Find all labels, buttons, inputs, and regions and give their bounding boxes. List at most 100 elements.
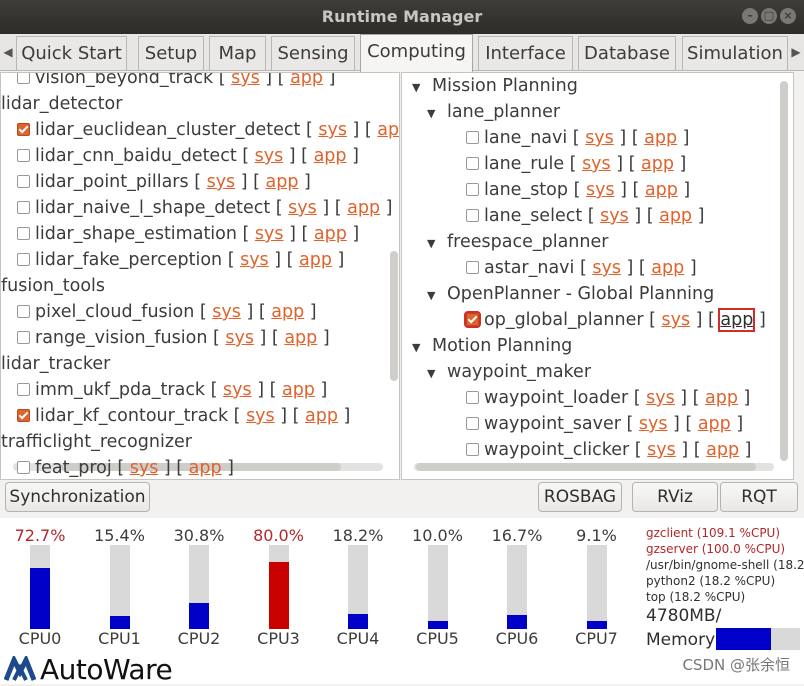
expand-arrow-icon[interactable]: ▼ xyxy=(412,75,426,101)
tree-item[interactable]: waypoint_clicker [ sys ] [ app ] xyxy=(466,437,751,463)
tab-scroll-right-icon[interactable]: ▶ xyxy=(788,34,804,70)
app-link[interactable]: app xyxy=(271,302,304,322)
tab-interface[interactable]: Interface xyxy=(478,36,573,70)
tree-item[interactable]: lidar_euclidean_cluster_detect [ sys ] [… xyxy=(17,117,399,143)
close-icon[interactable]: × xyxy=(780,8,796,24)
checkbox[interactable] xyxy=(466,260,479,274)
tree-item[interactable]: lidar_naive_l_shape_detect [ sys ] [ app… xyxy=(17,195,392,221)
app-link[interactable]: app xyxy=(705,388,738,408)
tree-item[interactable]: lane_navi [ sys ] [ app ] xyxy=(466,125,689,151)
checkbox[interactable] xyxy=(466,442,479,456)
app-link[interactable]: app xyxy=(284,328,317,348)
tab-map[interactable]: Map xyxy=(209,36,266,70)
checkbox[interactable] xyxy=(466,130,479,144)
app-link[interactable]: app xyxy=(645,180,678,200)
tree-item[interactable]: waypoint_loader [ sys ] [ app ] xyxy=(466,385,750,411)
checkbox[interactable] xyxy=(17,252,30,266)
sys-link[interactable]: sys xyxy=(255,224,284,244)
checkbox[interactable] xyxy=(17,408,30,422)
app-link[interactable]: app xyxy=(706,440,739,460)
expand-arrow-icon[interactable]: ▼ xyxy=(427,231,441,257)
tree-item[interactable]: imm_ukf_pda_track [ sys ] [ app ] xyxy=(17,377,327,403)
checkbox[interactable] xyxy=(464,310,481,328)
tree-item[interactable]: lane_stop [ sys ] [ app ] xyxy=(466,177,690,203)
tree-group[interactable]: ▼ Motion Planning xyxy=(412,333,572,359)
checkbox[interactable] xyxy=(17,148,30,162)
sys-link[interactable]: sys xyxy=(600,206,629,226)
tree-item[interactable]: lidar_fake_perception [ sys ] [ app ] xyxy=(17,247,344,273)
app-link[interactable]: app xyxy=(377,120,399,140)
tree-group[interactable]: ▼ freespace_planner xyxy=(427,229,608,255)
app-link[interactable]: app xyxy=(718,308,756,332)
sys-link[interactable]: sys xyxy=(582,154,611,174)
sys-link[interactable]: sys xyxy=(231,73,260,88)
expand-arrow-icon[interactable]: ▼ xyxy=(427,101,441,127)
tree-item[interactable]: feat_proj [ sys ] [ app ] xyxy=(17,455,234,479)
sys-link[interactable]: sys xyxy=(288,198,317,218)
app-link[interactable]: app xyxy=(314,224,347,244)
tab-scroll-left-icon[interactable]: ◀ xyxy=(0,34,16,70)
checkbox[interactable] xyxy=(17,304,30,318)
tab-quick-start[interactable]: Quick Start xyxy=(16,36,127,70)
checkbox[interactable] xyxy=(17,73,30,84)
synchronization-button[interactable]: Synchronization xyxy=(5,482,150,512)
rqt-button[interactable]: RQT xyxy=(720,482,798,512)
tree-group[interactable]: trafficlight_recognizer xyxy=(1,429,192,455)
app-link[interactable]: app xyxy=(659,206,692,226)
checkbox[interactable] xyxy=(17,174,30,188)
sys-link[interactable]: sys xyxy=(592,258,621,278)
expand-arrow-icon[interactable]: ▼ xyxy=(427,361,441,387)
app-link[interactable]: app xyxy=(347,198,380,218)
tree-item[interactable]: lane_rule [ sys ] [ app ] xyxy=(466,151,686,177)
right-vertical-scrollbar[interactable] xyxy=(780,81,788,461)
tree-item[interactable]: astar_navi [ sys ] [ app ] xyxy=(466,255,697,281)
tree-group[interactable]: lidar_detector xyxy=(1,91,122,117)
expand-arrow-icon[interactable]: ▼ xyxy=(427,283,441,309)
right-horizontal-scrollbar[interactable] xyxy=(416,463,756,471)
app-link[interactable]: app xyxy=(644,128,677,148)
sys-link[interactable]: sys xyxy=(647,440,676,460)
checkbox[interactable] xyxy=(17,460,30,474)
app-link[interactable]: app xyxy=(314,146,347,166)
tab-setup[interactable]: Setup xyxy=(138,36,204,70)
checkbox[interactable] xyxy=(17,226,30,240)
app-link[interactable]: app xyxy=(641,154,674,174)
tree-group[interactable]: lidar_tracker xyxy=(1,351,110,377)
checkbox[interactable] xyxy=(466,390,479,404)
tree-item[interactable]: lidar_kf_contour_track [ sys ] [ app ] xyxy=(17,403,350,429)
sys-link[interactable]: sys xyxy=(585,128,614,148)
sys-link[interactable]: sys xyxy=(246,406,275,426)
checkbox[interactable] xyxy=(466,156,479,170)
tree-item[interactable]: op_global_planner [ sys ] [ app ] xyxy=(464,307,766,333)
sys-link[interactable]: sys xyxy=(661,310,690,330)
app-link[interactable]: app xyxy=(290,73,323,88)
app-link[interactable]: app xyxy=(305,406,338,426)
tree-item[interactable]: vision_beyond_track [ sys ] [ app ] xyxy=(17,73,335,91)
tree-item[interactable]: lidar_cnn_baidu_detect [ sys ] [ app ] xyxy=(17,143,359,169)
rviz-button[interactable]: RViz xyxy=(632,482,718,512)
expand-arrow-icon[interactable]: ▼ xyxy=(412,335,426,361)
tree-group[interactable]: ▼ Mission Planning xyxy=(412,73,578,99)
app-link[interactable]: app xyxy=(189,458,222,478)
sys-link[interactable]: sys xyxy=(130,458,159,478)
tree-group[interactable]: ▼ OpenPlanner - Global Planning xyxy=(427,281,714,307)
tree-item[interactable]: range_vision_fusion [ sys ] [ app ] xyxy=(17,325,330,351)
app-link[interactable]: app xyxy=(282,380,315,400)
sys-link[interactable]: sys xyxy=(225,328,254,348)
sys-link[interactable]: sys xyxy=(255,146,284,166)
sys-link[interactable]: sys xyxy=(318,120,347,140)
maximize-icon[interactable]: □ xyxy=(761,8,777,24)
sys-link[interactable]: sys xyxy=(586,180,615,200)
app-link[interactable]: app xyxy=(651,258,684,278)
checkbox[interactable] xyxy=(17,122,30,136)
checkbox[interactable] xyxy=(17,382,30,396)
sys-link[interactable]: sys xyxy=(646,388,675,408)
minimize-icon[interactable]: – xyxy=(742,8,758,24)
sys-link[interactable]: sys xyxy=(212,302,241,322)
tree-group[interactable]: fusion_tools xyxy=(1,273,105,299)
checkbox[interactable] xyxy=(466,182,479,196)
tab-sensing[interactable]: Sensing xyxy=(271,36,355,70)
left-vertical-scrollbar[interactable] xyxy=(390,251,398,381)
checkbox[interactable] xyxy=(466,416,479,430)
checkbox[interactable] xyxy=(17,200,30,214)
